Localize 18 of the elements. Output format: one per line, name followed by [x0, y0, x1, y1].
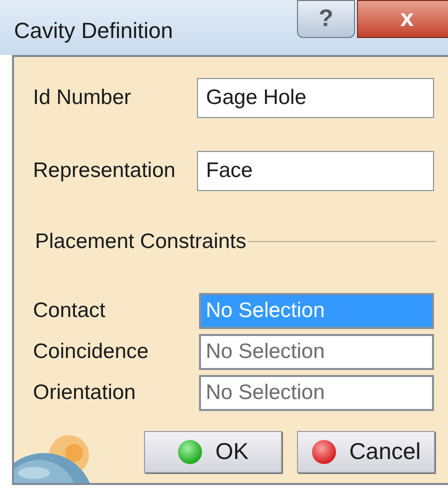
ok-button[interactable]: OK [144, 430, 282, 472]
field-label: Representation [33, 158, 176, 184]
selection-field[interactable]: No Selection [198, 292, 434, 328]
constraint-label: Coincidence [33, 338, 150, 365]
cancel-button[interactable]: Cancel [297, 430, 435, 472]
text-field[interactable]: Face [197, 151, 434, 191]
selection-field[interactable]: No Selection [198, 334, 434, 370]
field-label: Id Number [33, 85, 132, 112]
cancel-ball-icon [311, 438, 338, 464]
constraint-label: Contact [33, 298, 106, 324]
help-button[interactable]: ? [297, 0, 355, 38]
close-button[interactable]: x [357, 0, 448, 38]
window-title: Cavity Definition [14, 17, 173, 45]
selection-field[interactable]: No Selection [198, 374, 434, 410]
section-title: Placement Constraints [35, 229, 246, 255]
constraint-label: Orientation [33, 380, 137, 406]
text-field[interactable]: Gage Hole [197, 78, 434, 118]
confirm-ball-icon [177, 438, 204, 464]
